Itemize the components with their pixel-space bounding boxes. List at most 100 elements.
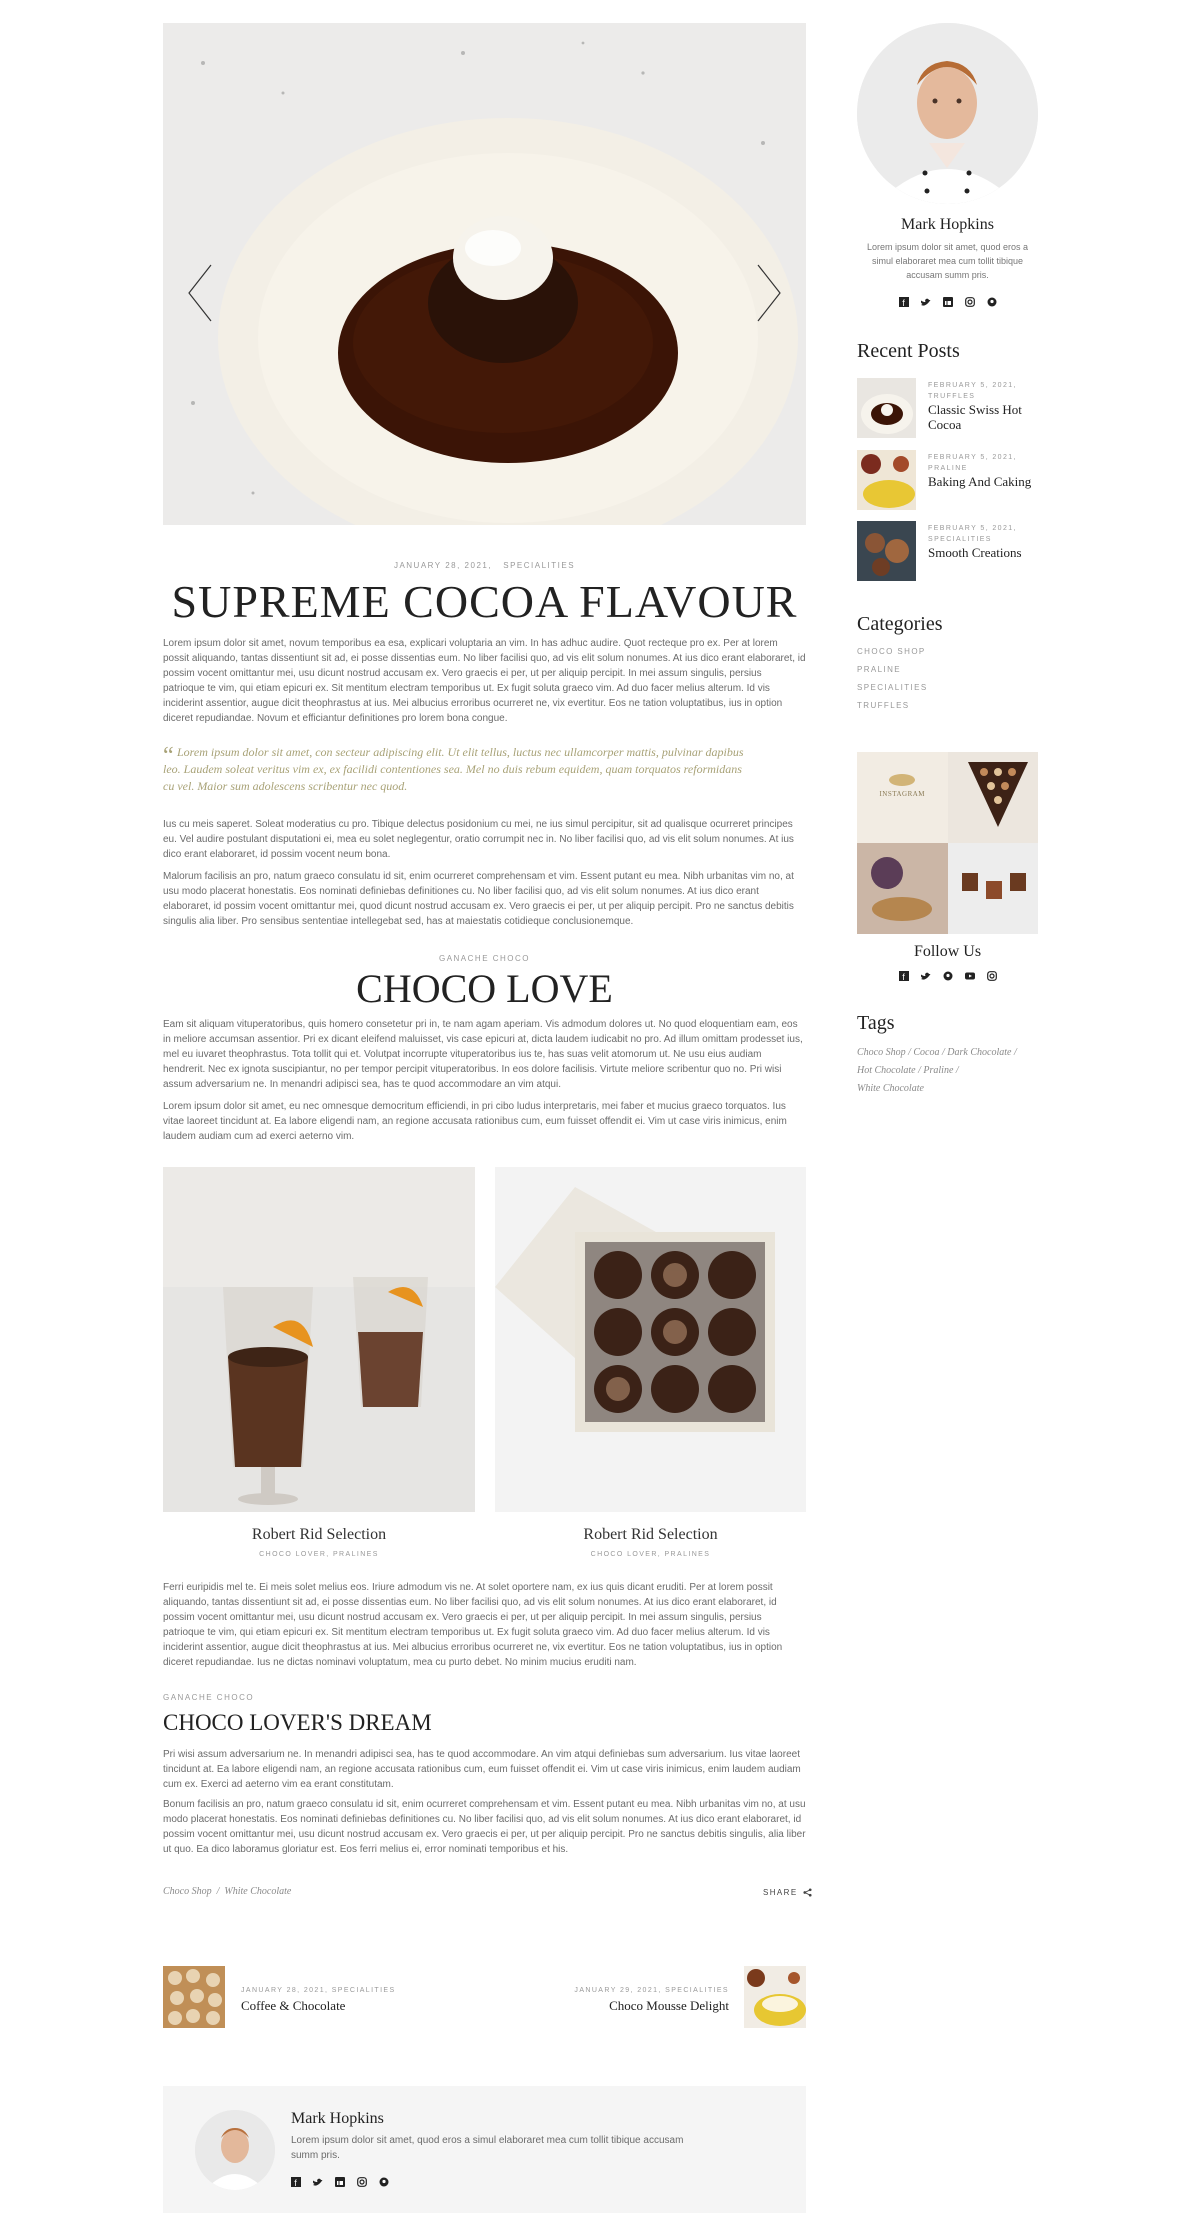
recent-post-title[interactable]: Classic Swiss Hot Cocoa xyxy=(928,402,1038,432)
author-box-bio: Lorem ipsum dolor sit amet, quod eros a … xyxy=(291,2135,684,2161)
article-intro: Lorem ipsum dolor sit amet, novum tempor… xyxy=(163,638,806,724)
recent-post: FEBRUARY 5, 2021, SPECIALITIES Smooth Cr… xyxy=(928,523,1038,560)
instagram-icon[interactable] xyxy=(357,2177,367,2187)
section-title: CHOCO LOVE xyxy=(356,966,613,1011)
post-tags: Choco Shop / White Chocolate xyxy=(163,1886,291,1897)
slider-next-arrow[interactable] xyxy=(754,263,784,323)
linkedin-icon[interactable] xyxy=(335,2177,345,2187)
instagram-tile[interactable] xyxy=(857,843,948,934)
next-post-meta: JANUARY 29, 2021, SPECIALITIES xyxy=(574,1987,729,1994)
instagram-icon[interactable] xyxy=(986,971,997,981)
instagram-grid: INSTAGRAM xyxy=(857,752,1038,934)
author-box-avatar[interactable] xyxy=(195,2110,275,2190)
tag-cloud: Choco Shop / Cocoa / Dark Chocolate / Ho… xyxy=(857,1047,1017,1094)
tags-heading: Tags xyxy=(857,1012,895,1034)
recent-post-thumb[interactable] xyxy=(857,450,916,510)
tag-separator: / xyxy=(214,1886,222,1897)
article-paragraph: Ius cu meis saperet. Soleat moderatius c… xyxy=(163,819,794,860)
post-tag[interactable]: White Chocolate xyxy=(224,1886,291,1897)
gallery-image-pralines[interactable] xyxy=(495,1167,806,1512)
pinterest-icon[interactable] xyxy=(943,971,953,981)
hero-image xyxy=(163,23,806,525)
category-item[interactable]: CHOCO SHOP xyxy=(857,643,928,661)
instagram-icon[interactable] xyxy=(964,297,975,307)
recent-post-date: FEBRUARY 5, 2021, xyxy=(928,382,1017,389)
facebook-icon[interactable]: f xyxy=(898,297,909,307)
blockquote: “ Lorem ipsum dolor sit amet, con secteu… xyxy=(163,744,753,795)
share-icon xyxy=(803,1888,812,1897)
instagram-tile[interactable] xyxy=(947,752,1038,843)
author-box-social: f xyxy=(291,2177,389,2187)
share-label: SHARE xyxy=(763,1888,798,1897)
pinterest-icon[interactable] xyxy=(379,2177,389,2187)
section-label: GANACHE CHOCO xyxy=(163,1693,255,1702)
recent-post-category[interactable]: SPECIALITIES xyxy=(928,534,1038,545)
gallery-caption-title[interactable]: Robert Rid Selection xyxy=(163,1526,475,1544)
article-paragraph: Lorem ipsum dolor sit amet, eu nec omnes… xyxy=(163,1101,787,1142)
article-paragraph: Bonum facilisis an pro, natum graeco con… xyxy=(163,1799,806,1855)
recent-post-thumb[interactable] xyxy=(857,378,916,438)
follow-us-social: f xyxy=(857,971,1038,981)
twitter-icon[interactable] xyxy=(920,297,931,307)
recent-post-title[interactable]: Baking And Caking xyxy=(928,474,1038,489)
twitter-icon[interactable] xyxy=(313,2177,323,2187)
twitter-icon[interactable] xyxy=(920,971,931,981)
pinterest-icon[interactable] xyxy=(987,297,997,307)
facebook-icon[interactable]: f xyxy=(291,2177,301,2187)
recent-post-thumb[interactable] xyxy=(857,521,916,581)
gallery-image-mousse[interactable] xyxy=(163,1167,475,1512)
sidebar-author-social: f xyxy=(857,297,1038,307)
page-title: SUPREME COCOA FLAVOUR xyxy=(171,576,798,627)
post-date[interactable]: JANUARY 28, 2021 xyxy=(394,561,488,570)
recent-post-category[interactable]: PRALINE xyxy=(928,463,1038,474)
post-meta: JANUARY 28, 2021, SPECIALITIES xyxy=(393,561,576,570)
post-category[interactable]: SPECIALITIES xyxy=(503,561,575,570)
instagram-tile[interactable] xyxy=(947,843,1038,934)
article-paragraph: Ferri euripidis mel te. Ei meis solet me… xyxy=(163,1582,783,1668)
next-post-thumb[interactable] xyxy=(744,1966,806,2028)
category-item[interactable]: TRUFFLES xyxy=(857,697,928,715)
section-label: GANACHE CHOCO xyxy=(438,954,531,963)
instagram-label: INSTAGRAM xyxy=(879,790,926,798)
prev-post-title[interactable]: Coffee & Chocolate xyxy=(241,1998,345,2013)
recent-post-date: FEBRUARY 5, 2021, xyxy=(928,525,1017,532)
tag-item[interactable]: Choco Shop xyxy=(857,1047,906,1058)
quote-icon: “ xyxy=(163,743,174,769)
recent-post-title[interactable]: Smooth Creations xyxy=(928,545,1038,560)
category-item[interactable]: PRALINE xyxy=(857,661,928,679)
slider-prev-arrow[interactable] xyxy=(185,263,215,323)
recent-post-category[interactable]: TRUFFLES xyxy=(928,391,1038,402)
tag-item[interactable]: White Chocolate xyxy=(857,1083,924,1094)
prev-post-meta: JANUARY 28, 2021, SPECIALITIES xyxy=(241,1987,396,1994)
youtube-icon[interactable] xyxy=(964,971,975,981)
sidebar-author-name[interactable]: Mark Hopkins xyxy=(857,216,1038,234)
quote-text: Lorem ipsum dolor sit amet, con secteur … xyxy=(163,745,744,793)
tag-item[interactable]: Praline xyxy=(923,1065,953,1076)
gallery-caption-meta: CHOCO LOVER, PRALINES xyxy=(259,1551,379,1558)
gallery-caption-meta: CHOCO LOVER, PRALINES xyxy=(590,1551,711,1558)
prev-post-thumb[interactable] xyxy=(163,1966,225,2028)
author-box-name[interactable]: Mark Hopkins xyxy=(291,2110,384,2128)
share-button[interactable]: SHARE xyxy=(763,1888,812,1897)
article-paragraph: Pri wisi assum adversarium ne. In menand… xyxy=(163,1749,801,1790)
tag-item[interactable]: Hot Chocolate xyxy=(857,1065,916,1076)
article-paragraph: Malorum facilisis an pro, natum graeco c… xyxy=(163,871,794,927)
sidebar-author-avatar[interactable] xyxy=(857,23,1038,204)
recent-post: FEBRUARY 5, 2021, PRALINE Baking And Cak… xyxy=(928,452,1038,489)
tag-item[interactable]: Cocoa xyxy=(913,1047,939,1058)
post-tag[interactable]: Choco Shop xyxy=(163,1886,212,1897)
recent-posts-heading: Recent Posts xyxy=(857,340,960,362)
sidebar-author-bio: Lorem ipsum dolor sit amet, quod eros a … xyxy=(866,242,1029,280)
category-item[interactable]: SPECIALITIES xyxy=(857,679,928,697)
hero-slider xyxy=(163,23,806,525)
gallery-caption-title[interactable]: Robert Rid Selection xyxy=(495,1526,806,1544)
linkedin-icon[interactable] xyxy=(942,297,953,307)
instagram-tile[interactable]: INSTAGRAM xyxy=(857,752,948,843)
instagram-logo-icon xyxy=(889,774,915,786)
next-post-title[interactable]: Choco Mousse Delight xyxy=(500,1998,729,2013)
categories-heading: Categories xyxy=(857,613,943,635)
facebook-icon[interactable]: f xyxy=(898,971,909,981)
recent-post: FEBRUARY 5, 2021, TRUFFLES Classic Swiss… xyxy=(928,380,1038,432)
tag-item[interactable]: Dark Chocolate xyxy=(947,1047,1011,1058)
section-title: CHOCO LOVER'S DREAM xyxy=(163,1710,432,1735)
